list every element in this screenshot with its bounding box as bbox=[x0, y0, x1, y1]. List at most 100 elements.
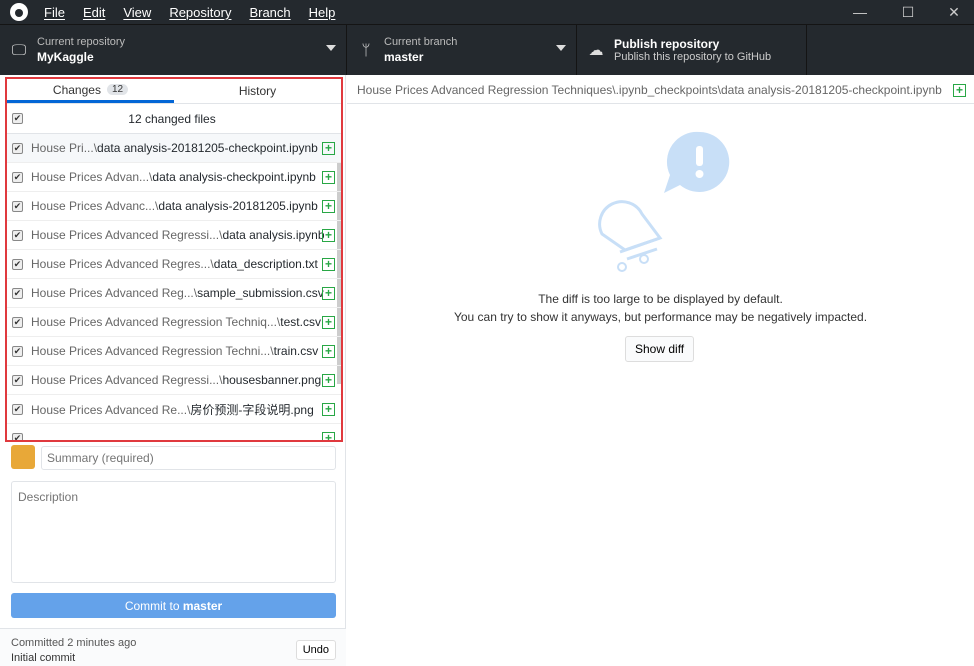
publish-repository-button[interactable]: ☁ Publish repository Publish this reposit… bbox=[577, 25, 807, 75]
file-row[interactable]: ✔ House Prices Advanced Regres...\data_de… bbox=[7, 250, 341, 279]
select-all-checkbox[interactable]: ✔ bbox=[12, 113, 23, 124]
publish-title: Publish repository bbox=[614, 37, 720, 51]
file-checkbox[interactable]: ✔ bbox=[12, 432, 23, 440]
file-row[interactable]: ✔ House Prices Advanced Regression Techni… bbox=[7, 337, 341, 366]
file-checkbox[interactable]: ✔ bbox=[12, 287, 23, 299]
file-basename: data analysis.ipynb bbox=[222, 228, 325, 242]
menu-branch[interactable]: Branch bbox=[249, 5, 290, 20]
added-icon: + bbox=[322, 286, 335, 300]
tab-changes[interactable]: Changes 12 bbox=[7, 79, 174, 103]
maximize-icon[interactable]: ☐ bbox=[888, 0, 928, 24]
added-icon: + bbox=[322, 141, 335, 155]
file-row[interactable]: ✔ House Prices Advan...\data analysis-che… bbox=[7, 163, 341, 192]
summary-input[interactable] bbox=[41, 446, 336, 470]
chevron-down-icon bbox=[326, 45, 336, 51]
minimize-icon[interactable]: — bbox=[840, 0, 880, 24]
added-icon: + bbox=[322, 228, 335, 242]
file-name: House Prices Advanced Regression Techni.… bbox=[31, 344, 329, 358]
file-dir: House Prices Advanced Reg...\ bbox=[31, 286, 198, 300]
file-basename: data analysis-20181205-checkpoint.ipynb bbox=[97, 141, 318, 155]
file-dir: House Prices Advanced Regressi...\ bbox=[31, 373, 223, 387]
file-basename: sample_submission.csv bbox=[197, 286, 324, 300]
file-list: ✔ House Pri...\data analysis-20181205-che… bbox=[7, 134, 341, 440]
last-commit-message: Initial commit bbox=[11, 652, 76, 664]
file-basename: 房价预测-字段说明.png bbox=[190, 402, 314, 417]
menu-help[interactable]: Help bbox=[309, 5, 336, 20]
file-checkbox[interactable]: ✔ bbox=[12, 171, 23, 183]
branch-name: master bbox=[384, 50, 424, 64]
tab-history[interactable]: History bbox=[174, 79, 341, 103]
branch-label: Current branch bbox=[384, 36, 458, 48]
file-row[interactable]: ✔ House Prices Advanced Regression Techni… bbox=[7, 308, 341, 337]
added-icon: + bbox=[322, 373, 335, 387]
file-row[interactable]: ✔ House Pri...\data analysis-20181205-che… bbox=[7, 134, 341, 163]
added-icon: + bbox=[322, 431, 335, 440]
menu-edit[interactable]: Edit bbox=[83, 5, 105, 20]
changes-sidebar: Changes 12 History ✔ 12 changed files ✔ Ho… bbox=[0, 75, 346, 666]
added-icon: + bbox=[322, 199, 335, 213]
description-input[interactable] bbox=[11, 481, 336, 583]
file-checkbox[interactable]: ✔ bbox=[12, 142, 23, 154]
file-dir: House Pri...\ bbox=[31, 141, 98, 155]
file-checkbox[interactable]: ✔ bbox=[12, 229, 23, 241]
repo-label: Current repository bbox=[37, 36, 126, 48]
file-name: House Prices Advanced Regressi...\data a… bbox=[31, 228, 329, 242]
commit-label: Commit to bbox=[124, 598, 183, 613]
file-name: House Prices Advanced Re...\房价预测-字段说明.pn… bbox=[31, 401, 329, 418]
file-row[interactable]: ✔ House Prices Advanced Re...\房价预测-字段说明.p… bbox=[7, 395, 341, 424]
file-row[interactable]: ✔ House Prices Advanced Reg...\sample_sub… bbox=[7, 279, 341, 308]
current-repository-button[interactable]: 🖵 Current repository MyKaggle bbox=[0, 25, 347, 75]
file-name: House Prices Advanced Reg...\sample_subm… bbox=[31, 286, 329, 300]
file-row[interactable]: ✔ House Prices Advanced Regressi...\data … bbox=[7, 221, 341, 250]
file-checkbox[interactable]: ✔ bbox=[12, 258, 23, 270]
file-dir: House Prices Advanced Re...\ bbox=[31, 402, 191, 417]
close-icon[interactable]: ✕ bbox=[934, 0, 974, 24]
publish-subtitle: Publish this repository to GitHub bbox=[614, 51, 772, 63]
file-checkbox[interactable]: ✔ bbox=[12, 403, 23, 415]
file-checkbox[interactable]: ✔ bbox=[12, 345, 23, 357]
file-checkbox[interactable]: ✔ bbox=[12, 316, 23, 328]
tab-changes-label: Changes bbox=[52, 82, 101, 97]
added-icon: + bbox=[322, 402, 335, 416]
added-icon: + bbox=[322, 344, 335, 358]
file-path: House Prices Advanced Regression Techniq… bbox=[357, 83, 942, 97]
file-name: House Prices Advanced Regression Techniq… bbox=[31, 315, 329, 329]
github-logo-icon bbox=[10, 3, 28, 21]
file-dir: House Prices Advanced Regressi...\ bbox=[31, 228, 223, 242]
file-row[interactable]: ✔ House Prices Advanced Regressi...\house… bbox=[7, 366, 341, 395]
menu-repository[interactable]: Repository bbox=[169, 5, 231, 20]
repo-name: MyKaggle bbox=[37, 50, 94, 64]
file-name: House Pri...\data analysis-20181205-chec… bbox=[31, 141, 329, 155]
commit-branch: master bbox=[182, 598, 223, 613]
file-row[interactable]: ✔ House Prices Advanc...\data analysis-20… bbox=[7, 192, 341, 221]
current-branch-button[interactable]: ᛘ Current branch master bbox=[347, 25, 577, 75]
last-commit-time: Committed 2 minutes ago bbox=[11, 637, 137, 649]
file-dir: House Prices Advanced Regres...\ bbox=[31, 257, 214, 271]
diff-path-bar: House Prices Advanced Regression Techniq… bbox=[347, 77, 974, 104]
branch-icon: ᛘ bbox=[361, 41, 371, 59]
title-bar: File Edit View Repository Branch Help — … bbox=[0, 0, 974, 24]
file-name: House Prices Advanc...\data analysis-201… bbox=[31, 199, 329, 213]
file-checkbox[interactable]: ✔ bbox=[12, 200, 23, 212]
file-basename: data_description.txt bbox=[213, 257, 318, 271]
changed-files-count: 12 changed files bbox=[128, 111, 216, 126]
menu-file[interactable]: File bbox=[44, 5, 65, 20]
file-basename: housesbanner.png bbox=[222, 373, 322, 387]
added-icon: + bbox=[322, 170, 335, 184]
file-basename: data analysis-checkpoint.ipynb bbox=[152, 170, 316, 184]
file-checkbox[interactable]: ✔ bbox=[12, 374, 23, 386]
file-dir: House Prices Advanc...\ bbox=[31, 199, 159, 213]
changes-count-badge: 12 bbox=[106, 84, 129, 95]
chevron-down-icon bbox=[556, 45, 566, 51]
file-dir: House Prices Advanced Regression Techniq… bbox=[31, 315, 281, 329]
undo-button[interactable]: Undo bbox=[295, 640, 336, 660]
show-diff-button[interactable]: Show diff bbox=[625, 336, 695, 362]
file-basename: test.csv bbox=[280, 315, 321, 329]
menu-view[interactable]: View bbox=[123, 5, 151, 20]
file-basename: data analysis-20181205.ipynb bbox=[158, 199, 318, 213]
file-basename: train.csv bbox=[273, 344, 319, 358]
commit-button[interactable]: Commit to master bbox=[11, 593, 336, 618]
file-name: House Prices Advan...\data analysis-chec… bbox=[31, 170, 329, 184]
file-dir: House Prices Advanced Regression Techni.… bbox=[31, 344, 274, 358]
file-row-partial[interactable]: ✔ + bbox=[7, 424, 341, 440]
